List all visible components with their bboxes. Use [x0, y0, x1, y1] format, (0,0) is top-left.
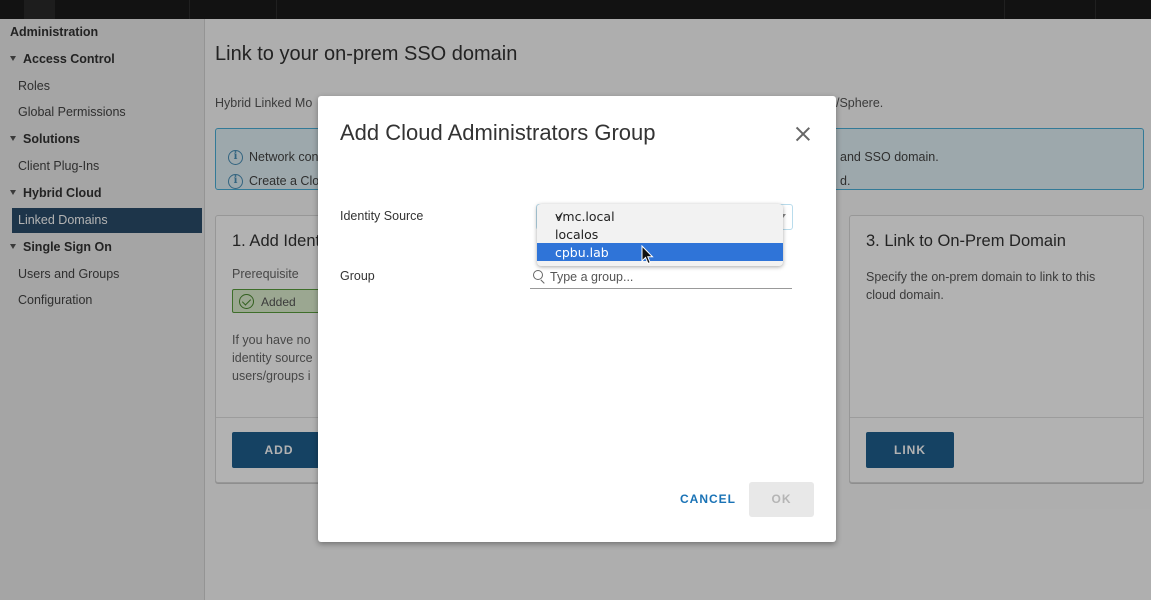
dialog-title: Add Cloud Administrators Group — [340, 120, 656, 145]
ok-button[interactable]: OK — [749, 482, 814, 517]
dropdown-option-label: cpbu.lab — [555, 245, 609, 260]
cancel-button[interactable]: CANCEL — [680, 492, 736, 506]
mouse-pointer-icon — [641, 245, 654, 265]
dropdown-option-label: vmc.local — [555, 209, 615, 224]
identity-source-label: Identity Source — [340, 209, 424, 223]
group-label: Group — [340, 269, 375, 283]
search-icon — [533, 270, 543, 280]
identity-source-dropdown-menu: ✓ vmc.local localos cpbu.lab — [537, 204, 783, 266]
dropdown-option-label: localos — [555, 227, 599, 242]
group-input[interactable] — [550, 268, 788, 286]
add-cloud-admins-dialog: Add Cloud Administrators Group Identity … — [318, 96, 836, 542]
dropdown-option-vmc-local[interactable]: ✓ vmc.local — [537, 207, 783, 225]
group-search — [530, 266, 792, 289]
dropdown-option-localos[interactable]: localos — [537, 225, 783, 243]
close-icon[interactable] — [795, 126, 811, 142]
dropdown-option-cpbu-lab[interactable]: cpbu.lab — [537, 243, 783, 261]
